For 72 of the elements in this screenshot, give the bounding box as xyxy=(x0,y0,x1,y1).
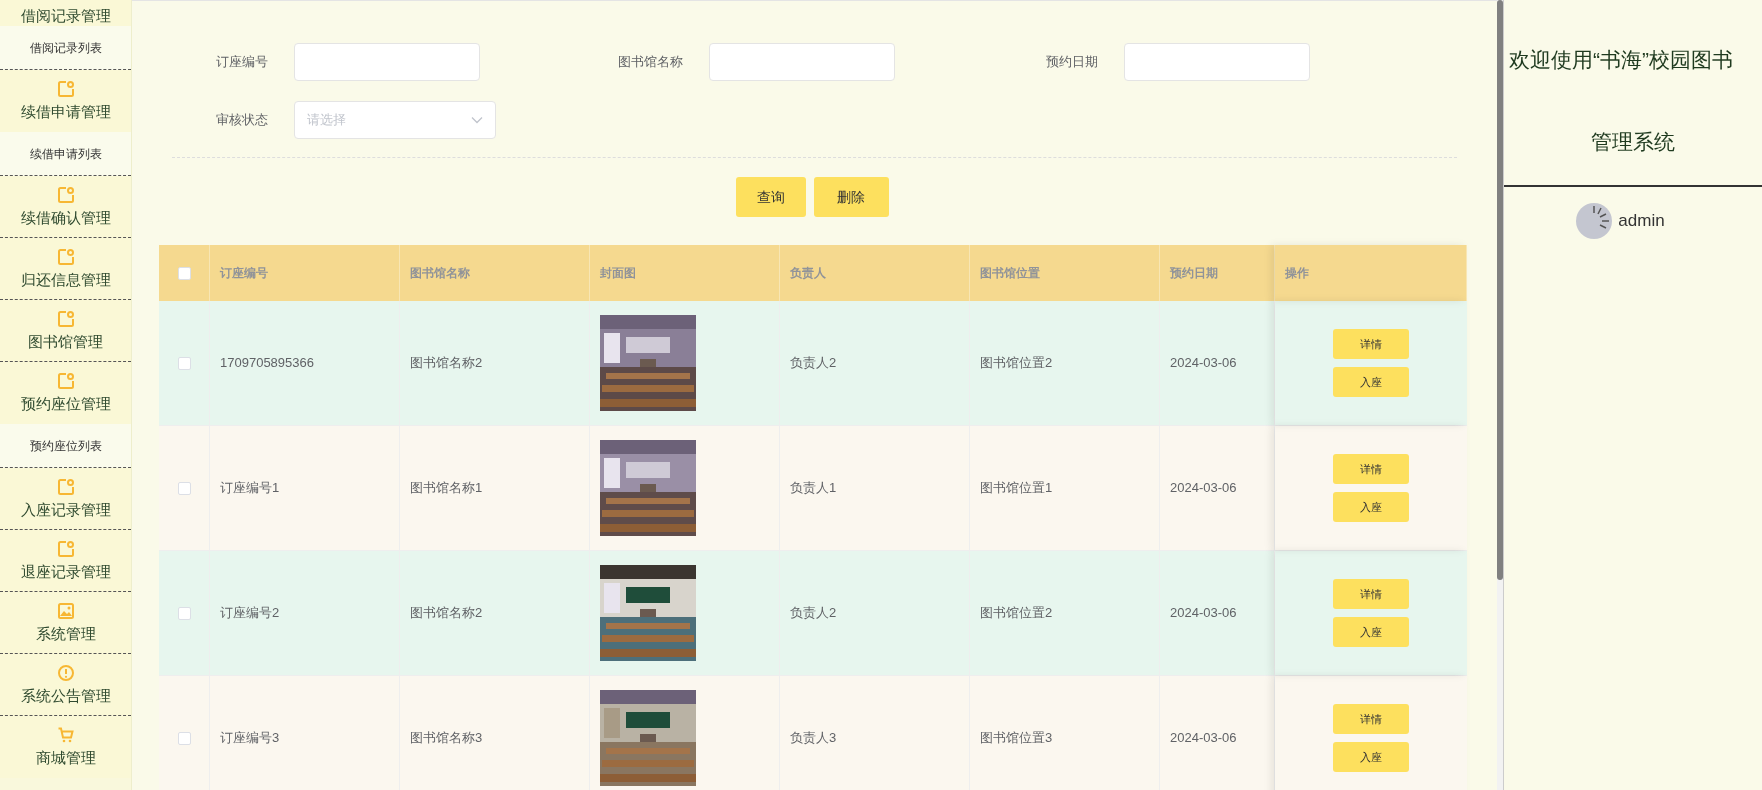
checkbox[interactable] xyxy=(177,266,191,280)
checkbox[interactable] xyxy=(177,606,191,620)
menu-heading[interactable]: 商城管理 xyxy=(35,748,96,768)
note-icon xyxy=(56,539,75,558)
column-header: 订座编号 xyxy=(220,265,268,282)
scrollbar[interactable] xyxy=(1497,0,1503,580)
column-header: 操作 xyxy=(1285,265,1309,282)
table-cell-text: 负责人1 xyxy=(790,479,837,498)
table-cell-text: 图书馆位置3 xyxy=(980,729,1053,748)
table-cell-text: 2024-03-06 xyxy=(1170,354,1237,373)
table-cell-text: 图书馆位置2 xyxy=(980,604,1053,623)
table-cell-text: 图书馆名称2 xyxy=(410,354,483,373)
note-icon xyxy=(56,309,75,328)
search-button[interactable]: 查询 xyxy=(735,177,806,217)
menu-subitem[interactable]: 预约座位列表 xyxy=(0,424,131,468)
delete-button[interactable]: 删除 xyxy=(813,177,889,217)
input-field[interactable] xyxy=(294,43,480,81)
table-cell-text: 1709705895366 xyxy=(220,354,314,373)
username: admin xyxy=(1618,210,1665,233)
table-cell-text: 负责人3 xyxy=(790,729,837,748)
input-field[interactable] xyxy=(1124,43,1310,81)
filter-label: 订座编号 xyxy=(215,53,268,72)
note-icon xyxy=(56,247,75,266)
welcome-title: 欢迎使用“书海”校园图书 xyxy=(1509,48,1733,71)
table-cell-text: 图书馆位置2 xyxy=(980,354,1053,373)
details-button[interactable]: 详情 xyxy=(1333,704,1409,734)
table-cell-text: 2024-03-06 xyxy=(1170,604,1237,623)
note-icon xyxy=(56,80,75,98)
note-icon xyxy=(56,477,75,496)
table-cell-text: 订座编号1 xyxy=(220,479,280,498)
alert-icon xyxy=(56,663,75,682)
image-icon xyxy=(56,601,75,620)
details-button[interactable]: 详情 xyxy=(1333,579,1409,609)
menu-heading[interactable]: 系统管理 xyxy=(35,623,96,644)
seat-button[interactable]: 入座 xyxy=(1333,742,1409,772)
column-header: 图书馆名称 xyxy=(410,265,470,282)
details-button[interactable]: 详情 xyxy=(1333,454,1409,484)
filter-label: 图书馆名称 xyxy=(617,53,683,72)
checkbox[interactable] xyxy=(177,356,191,370)
menu-subitem[interactable]: 借阅记录列表 xyxy=(0,26,131,70)
table-cell-text: 图书馆名称1 xyxy=(410,479,483,498)
select-placeholder: 请选择 xyxy=(307,111,346,130)
table-cell-text: 图书馆位置1 xyxy=(980,479,1053,498)
column-header: 图书馆位置 xyxy=(980,265,1040,282)
table-cell-text: 订座编号2 xyxy=(220,604,280,623)
checkbox[interactable] xyxy=(177,731,191,745)
checkbox[interactable] xyxy=(177,481,191,495)
table-cell-text: 负责人2 xyxy=(790,604,837,623)
note-icon xyxy=(56,372,75,390)
details-button[interactable]: 详情 xyxy=(1333,329,1409,359)
seat-button[interactable]: 入座 xyxy=(1333,492,1409,522)
column-header: 负责人 xyxy=(790,265,826,282)
table-cell-text: 图书馆名称2 xyxy=(410,604,483,623)
column-header: 封面图 xyxy=(600,265,636,282)
cart-icon xyxy=(56,726,75,744)
input-field[interactable] xyxy=(709,43,895,81)
filter-label: 预约日期 xyxy=(1045,53,1098,72)
note-icon xyxy=(56,185,75,204)
table-cell-text: 图书馆名称3 xyxy=(410,729,483,748)
seat-button[interactable]: 入座 xyxy=(1333,367,1409,397)
table-cell-text: 2024-03-06 xyxy=(1170,479,1237,498)
table-cell-text: 订座编号3 xyxy=(220,729,280,748)
column-header: 预约日期 xyxy=(1170,265,1218,282)
menu-subitem[interactable]: 续借申请列表 xyxy=(0,132,131,176)
menu-heading[interactable]: 图书馆管理 xyxy=(28,331,103,352)
system-subtitle: 管理系统 xyxy=(1591,129,1675,153)
table-cell-text: 负责人2 xyxy=(790,354,837,373)
seat-button[interactable]: 入座 xyxy=(1333,617,1409,647)
avatar-icon xyxy=(1576,203,1613,239)
chevron-down-icon xyxy=(471,116,483,124)
table-cell-text: 2024-03-06 xyxy=(1170,729,1237,748)
filter-label: 审核状态 xyxy=(215,111,268,130)
